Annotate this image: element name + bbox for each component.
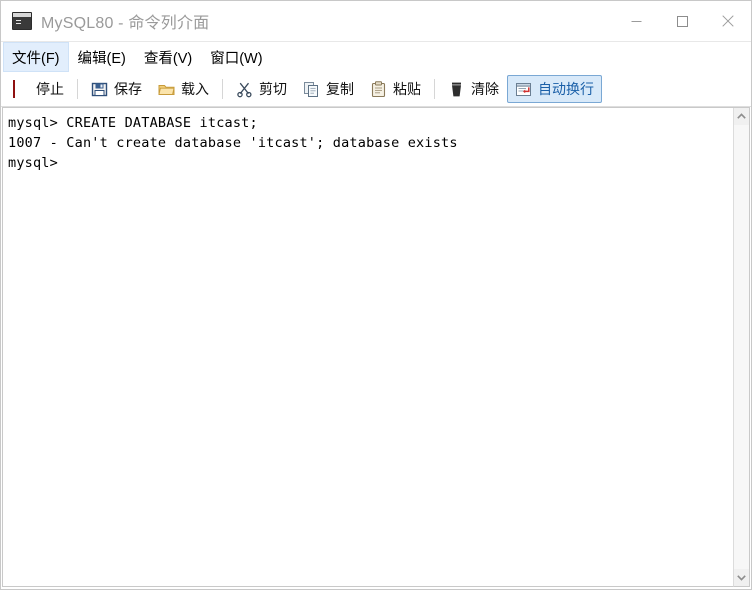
toolbar: 停止 保存 载入 剪切 复制 粘贴 清除 自动换行 [1,72,751,107]
terminal-text: mysql> CREATE DATABASE itcast; 1007 - Ca… [8,115,458,171]
copy-icon [303,81,320,98]
menu-file[interactable]: 文件(F) [3,42,69,72]
word-wrap-button[interactable]: 自动换行 [507,75,602,103]
cut-button[interactable]: 剪切 [228,75,295,103]
floppy-disk-icon [91,81,108,98]
copy-button-label: 复制 [326,81,354,97]
minimize-button[interactable] [613,1,659,41]
stop-button[interactable]: 停止 [5,75,72,103]
menu-edit[interactable]: 编辑(E) [69,42,135,72]
menu-view[interactable]: 查看(V) [135,42,201,72]
scroll-track[interactable] [734,125,749,569]
paste-button-label: 粘贴 [393,81,421,97]
terminal-area: mysql> CREATE DATABASE itcast; 1007 - Ca… [2,107,750,587]
save-button-label: 保存 [114,81,142,97]
clipboard-icon [370,80,387,98]
close-button[interactable] [705,1,751,41]
console-icon [12,12,32,30]
mysql-command-line-window: MySQL80 - 命令列介面 文件(F) 编辑(E) 查看(V) 窗口(W) … [0,0,752,590]
save-button[interactable]: 保存 [83,75,150,103]
vertical-scrollbar[interactable] [733,108,750,587]
trash-icon [448,81,465,98]
scroll-up-button[interactable] [734,108,749,125]
minimize-icon [631,20,641,22]
clear-button[interactable]: 清除 [440,75,507,103]
scroll-down-button[interactable] [734,569,749,586]
toolbar-separator-3 [434,79,435,99]
window-controls [613,1,751,41]
maximize-icon [676,15,688,27]
window-title: MySQL80 - 命令列介面 [41,15,210,32]
load-button[interactable]: 载入 [150,75,217,103]
load-button-label: 载入 [181,81,209,97]
word-wrap-icon [515,81,532,98]
menu-bar: 文件(F) 编辑(E) 查看(V) 窗口(W) [1,42,751,72]
stop-button-label: 停止 [36,81,64,97]
menu-window[interactable]: 窗口(W) [201,42,271,72]
chevron-down-icon [737,575,746,581]
maximize-button[interactable] [659,1,705,41]
word-wrap-button-label: 自动换行 [538,81,594,97]
copy-button[interactable]: 复制 [295,75,362,103]
paste-button[interactable]: 粘贴 [362,75,429,103]
folder-icon [158,81,175,98]
title-bar[interactable]: MySQL80 - 命令列介面 [1,1,751,42]
clear-button-label: 清除 [471,81,499,97]
terminal-output[interactable]: mysql> CREATE DATABASE itcast; 1007 - Ca… [2,108,733,587]
toolbar-separator-1 [77,79,78,99]
toolbar-separator-2 [222,79,223,99]
close-icon [722,15,734,27]
cut-button-label: 剪切 [259,81,287,97]
scissors-icon [236,81,253,98]
stop-icon [13,79,30,98]
chevron-up-icon [737,113,746,119]
